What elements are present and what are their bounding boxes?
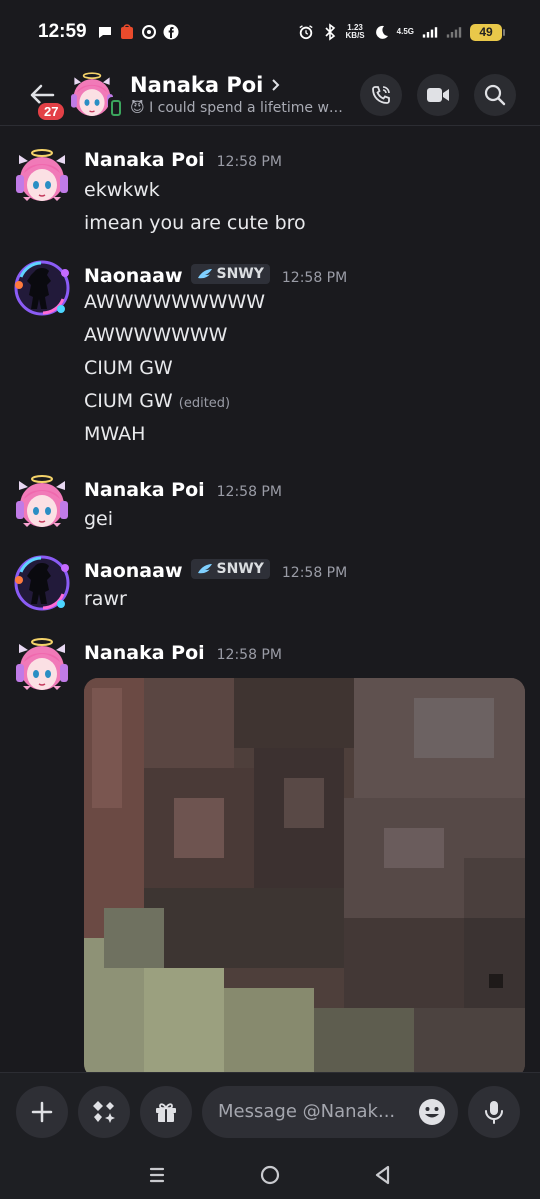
status-text: I could spend a lifetime wa... [149,100,345,116]
gift-button[interactable] [140,1085,192,1138]
avatar-naonaaw[interactable] [11,257,73,319]
apps-button[interactable] [78,1085,130,1138]
status-right: 1.23 KB/S 4.5G 49 [298,23,505,41]
gift-icon [156,1102,176,1122]
message-text[interactable]: imean you are cute bro [84,212,306,234]
dnd-moon-icon [373,24,389,40]
message-list[interactable]: Nanaka Poi 12:58 PM ekwkwk imean you are… [0,127,540,1072]
avatar-nanaka[interactable] [11,145,73,207]
system-nav-bar [0,1150,540,1199]
back-triangle-icon[interactable] [372,1164,394,1186]
signal-icon [422,24,438,40]
message-text[interactable]: AWWWWWWW [84,324,227,346]
message-text[interactable]: CIUM GW [84,357,173,379]
avatar-nanaka[interactable] [11,634,73,696]
timestamp: 12:58 PM [216,154,282,170]
message-text[interactable]: ekwkwk [84,179,160,201]
status-emoji: 😈 [130,100,145,116]
message-text: CIUM GW [84,390,173,412]
speed-unit: KB/S [345,31,365,40]
apps-sparkle-icon [93,1100,115,1123]
edited-label: (edited) [178,396,231,411]
recents-menu-icon[interactable] [146,1165,168,1185]
author-name[interactable]: Naonaaw [84,560,183,582]
server-tag-label: SNWY [216,266,264,282]
mobile-status-icon [108,96,124,119]
timestamp: 12:58 PM [216,484,282,500]
unread-badge: 27 [36,100,67,122]
video-call-button[interactable] [417,73,459,116]
notification-icons [97,24,179,40]
battery-indicator: 49 [470,23,505,41]
server-tag-label: SNWY [216,561,264,577]
message-text[interactable]: MWAH [84,423,145,445]
add-attachment-button[interactable] [16,1085,68,1138]
message-text[interactable]: rawr [84,588,127,610]
message-header: Nanaka Poi 12:58 PM [84,149,282,171]
message-text[interactable]: AWWWWWWWWW [84,291,265,313]
alarm-icon [298,24,314,40]
server-tag[interactable]: SNWY [190,559,270,579]
network-type: 4.5G [396,27,414,36]
threads-icon [141,24,157,40]
wing-icon [197,564,212,574]
status-time: 12:59 [38,21,87,42]
network-speed: 1.23 KB/S [346,24,365,40]
header-text[interactable]: Nanaka Poi 😈 I could spend a lifetime wa… [130,73,360,116]
facebook-icon [163,24,179,40]
back-button[interactable]: 27 [16,69,68,122]
header-avatar[interactable] [66,69,124,121]
bluetooth-icon [322,23,338,41]
message-header: Naonaaw SNWY 12:58 PM [84,264,348,287]
header-name-row: Nanaka Poi [130,73,360,97]
dm-user-name: Nanaka Poi [130,73,264,97]
pixelated-image [84,678,525,1072]
home-circle-icon[interactable] [259,1164,281,1186]
message-composer: Message @Nanak... [0,1072,540,1150]
wing-icon [197,269,212,279]
server-tag[interactable]: SNWY [190,264,270,284]
search-button[interactable] [474,73,516,116]
timestamp: 12:58 PM [281,270,348,286]
emoji-icon[interactable] [418,1098,446,1126]
author-name[interactable]: Nanaka Poi [84,149,205,171]
message-header: Nanaka Poi 12:58 PM [84,479,282,501]
avatar-nanaka[interactable] [11,471,73,533]
message-input[interactable]: Message @Nanak... [202,1085,458,1138]
video-camera-icon [427,87,449,102]
timestamp: 12:58 PM [281,565,348,581]
voice-message-button[interactable] [468,1085,520,1138]
chevron-right-icon [272,79,280,91]
chat-bubble-icon [97,24,113,40]
author-name[interactable]: Naonaaw [84,265,183,287]
phone-icon [372,85,390,104]
author-name[interactable]: Nanaka Poi [84,642,205,664]
message-header: Nanaka Poi 12:58 PM [84,642,282,664]
timestamp: 12:58 PM [216,647,282,663]
message-header: Naonaaw SNWY 12:58 PM [84,559,348,582]
message-text-edited[interactable]: CIUM GW (edited) [84,390,230,412]
signal-2-icon [446,24,462,40]
shop-app-icon [119,24,135,40]
chat-header: 27 Nanaka Poi 😈 I could spend a lifetime… [0,64,540,126]
message-input-placeholder: Message @Nanak... [218,1101,396,1122]
voice-call-button[interactable] [360,73,402,116]
microphone-icon [485,1100,503,1124]
author-name[interactable]: Nanaka Poi [84,479,205,501]
custom-status: 😈 I could spend a lifetime wa... [130,100,345,116]
status-bar: 12:59 1.23 KB/S 4.5G 49 [0,0,540,64]
search-icon [484,84,506,105]
message-text[interactable]: gei [84,508,113,530]
avatar-naonaaw[interactable] [11,552,73,614]
plus-icon [31,1101,53,1122]
image-attachment[interactable] [84,678,525,1072]
